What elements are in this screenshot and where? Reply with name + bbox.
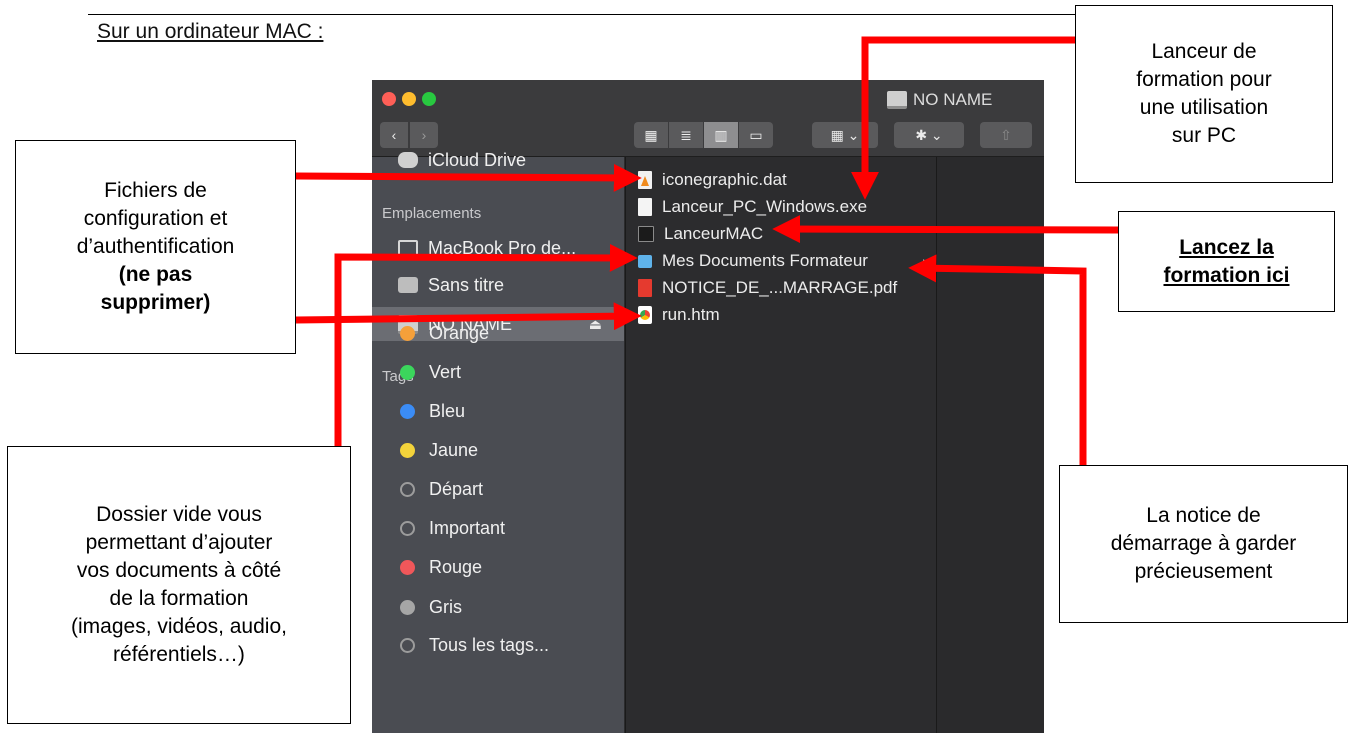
annotation-arrows (295, 36, 1119, 465)
arrow-config-to-htm (295, 302, 642, 331)
arrow-launch-to-mac (772, 215, 1119, 244)
arrow-pc-to-exe (851, 36, 1075, 200)
arrow-notice-to-pdf (908, 254, 1087, 465)
arrow-folder-to-docs (334, 243, 638, 446)
arrow-config-to-dat (295, 163, 642, 192)
